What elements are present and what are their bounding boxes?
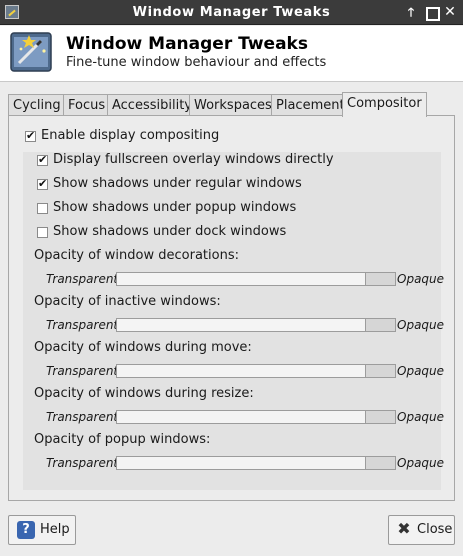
page-subtitle: Fine-tune window behaviour and effects xyxy=(66,55,327,70)
decorations-opacity-slider[interactable] xyxy=(116,272,396,286)
tab-focus[interactable]: Focus xyxy=(63,94,111,116)
slider-min-label: Transparent xyxy=(46,456,119,470)
slider-thumb[interactable] xyxy=(365,411,395,423)
slider-thumb[interactable] xyxy=(365,273,395,285)
close-icon: ✖ xyxy=(397,519,411,538)
popup-opacity-slider[interactable] xyxy=(116,456,396,470)
tab-accessibility[interactable]: Accessibility xyxy=(107,94,197,116)
window-titlebar[interactable]: Window Manager Tweaks 🡑 ✕ xyxy=(0,0,463,25)
close-window-icon[interactable]: ✕ xyxy=(442,4,458,20)
slider-max-label: Opaque xyxy=(397,318,445,332)
popup-shadows-label[interactable]: Show shadows under popup windows xyxy=(53,200,296,215)
move-opacity-label: Opacity of windows during move: xyxy=(34,340,252,355)
move-opacity-slider[interactable] xyxy=(116,364,396,378)
tab-workspaces[interactable]: Workspaces xyxy=(189,94,277,116)
dialog-header: Window Manager Tweaks Fine-tune window b… xyxy=(0,26,463,82)
fullscreen-overlay-checkbox[interactable] xyxy=(37,153,48,166)
resize-opacity-label: Opacity of windows during resize: xyxy=(34,386,254,401)
close-button-label: Close xyxy=(417,522,453,537)
help-button-label: Help xyxy=(40,522,70,537)
tab-placement[interactable]: Placement xyxy=(271,94,350,116)
slider-min-label: Transparent xyxy=(46,318,119,332)
slider-max-label: Opaque xyxy=(397,456,445,470)
dock-shadows-label[interactable]: Show shadows under dock windows xyxy=(53,224,286,239)
fullscreen-overlay-label[interactable]: Display fullscreen overlay windows direc… xyxy=(53,152,334,167)
window-title: Window Manager Tweaks xyxy=(132,5,331,20)
popup-shadows-checkbox[interactable] xyxy=(37,203,48,214)
slider-max-label: Opaque xyxy=(397,272,445,286)
close-button[interactable]: ✖ Close xyxy=(388,515,455,545)
decorations-opacity-label: Opacity of window decorations: xyxy=(34,248,239,263)
help-icon: ? xyxy=(17,521,35,539)
regular-shadows-label[interactable]: Show shadows under regular windows xyxy=(53,176,302,191)
enable-compositing-checkbox[interactable] xyxy=(25,129,36,142)
slider-thumb[interactable] xyxy=(365,457,395,469)
maximize-icon[interactable] xyxy=(423,4,440,21)
enable-compositing-label[interactable]: Enable display compositing xyxy=(41,128,219,143)
page-title: Window Manager Tweaks xyxy=(66,34,308,54)
dock-shadows-checkbox[interactable] xyxy=(37,227,48,238)
roll-up-icon[interactable]: 🡑 xyxy=(403,4,419,20)
inactive-opacity-slider[interactable] xyxy=(116,318,396,332)
slider-max-label: Opaque xyxy=(397,410,445,424)
wand-icon xyxy=(10,32,52,72)
tab-cycling[interactable]: Cycling xyxy=(8,94,66,116)
slider-min-label: Transparent xyxy=(46,410,119,424)
slider-min-label: Transparent xyxy=(46,272,119,286)
slider-min-label: Transparent xyxy=(46,364,119,378)
help-button[interactable]: ? Help xyxy=(8,515,76,545)
resize-opacity-slider[interactable] xyxy=(116,410,396,424)
regular-shadows-checkbox[interactable] xyxy=(37,177,48,190)
slider-max-label: Opaque xyxy=(397,364,445,378)
slider-thumb[interactable] xyxy=(365,365,395,377)
slider-thumb[interactable] xyxy=(365,319,395,331)
tab-compositor[interactable]: Compositor xyxy=(342,92,427,117)
popup-opacity-label: Opacity of popup windows: xyxy=(34,432,211,447)
inactive-opacity-label: Opacity of inactive windows: xyxy=(34,294,221,309)
